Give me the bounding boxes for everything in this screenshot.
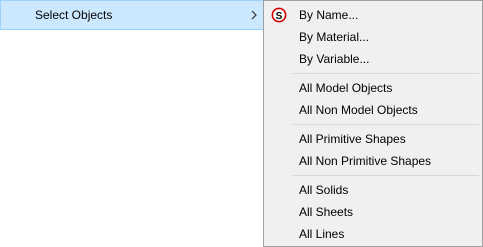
menu-item-label: All Model Objects xyxy=(299,81,393,95)
menu-item-by-name[interactable]: S By Name... xyxy=(265,4,481,26)
menu-item-label: By Material... xyxy=(299,30,370,44)
menu-item-label: All Non Model Objects xyxy=(299,103,418,117)
menu-item-label: Select Objects xyxy=(35,8,113,22)
menu-item-label: By Variable... xyxy=(299,52,370,66)
menu-item-all-lines[interactable]: All Lines xyxy=(265,223,481,245)
menu-item-label: All Sheets xyxy=(299,205,354,219)
menu-item-all-non-model-objects[interactable]: All Non Model Objects xyxy=(265,99,481,121)
menu-item-label: All Lines xyxy=(299,227,345,241)
menu-item-label: All Non Primitive Shapes xyxy=(299,154,432,168)
menu-item-by-variable[interactable]: By Variable... xyxy=(265,48,481,70)
menu-item-label: By Name... xyxy=(299,8,359,22)
menu-item-label: All Solids xyxy=(299,183,349,197)
submenu-arrow-icon xyxy=(251,10,257,20)
menu-item-all-primitive-shapes[interactable]: All Primitive Shapes xyxy=(265,128,481,150)
menu-item-select-objects[interactable]: Select Objects xyxy=(0,0,264,30)
menu-separator xyxy=(293,124,479,125)
menu-item-all-non-primitive-shapes[interactable]: All Non Primitive Shapes xyxy=(265,150,481,172)
select-by-name-icon: S xyxy=(271,7,287,23)
menu-separator xyxy=(293,73,479,74)
menu-item-all-model-objects[interactable]: All Model Objects xyxy=(265,77,481,99)
context-menu-area: Select Objects S By Name... By Material.… xyxy=(0,0,483,247)
menu-item-label: All Primitive Shapes xyxy=(299,132,406,146)
menu-item-all-sheets[interactable]: All Sheets xyxy=(265,201,481,223)
svg-text:S: S xyxy=(276,11,283,22)
menu-item-by-material[interactable]: By Material... xyxy=(265,26,481,48)
select-objects-submenu: S By Name... By Material... By Variable.… xyxy=(263,0,483,247)
menu-item-all-solids[interactable]: All Solids xyxy=(265,179,481,201)
menu-separator xyxy=(293,175,479,176)
